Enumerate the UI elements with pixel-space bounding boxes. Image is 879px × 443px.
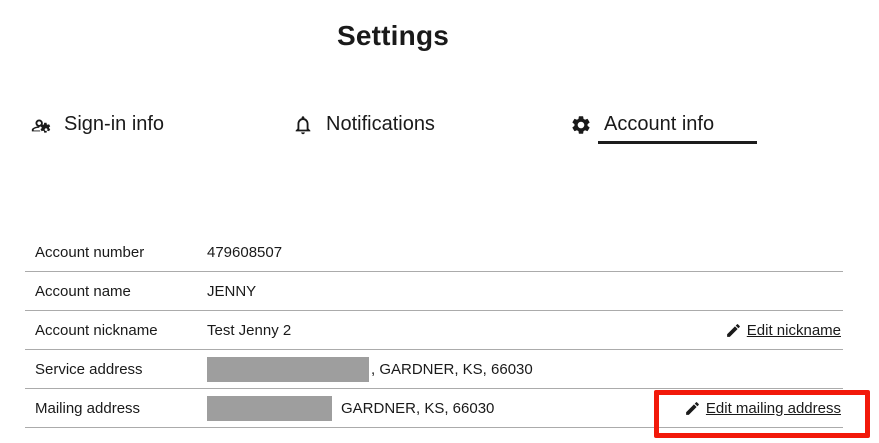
- row-value: JENNY: [207, 282, 257, 300]
- tab-account-info[interactable]: Account info: [570, 113, 714, 136]
- edit-nickname-label: Edit nickname: [746, 321, 841, 339]
- pencil-icon: [684, 400, 701, 417]
- table-row-account-nickname: Account nickname Test Jenny 2 Edit nickn…: [25, 311, 843, 350]
- tab-label: Notifications: [326, 113, 435, 135]
- tab-label: Sign-in info: [64, 113, 165, 135]
- manage-accounts-icon: [30, 114, 52, 136]
- mailing-address-suffix: GARDNER, KS, 66030: [341, 399, 495, 417]
- redacted-service-address-box: [207, 356, 369, 382]
- page-title: Settings: [336, 20, 450, 51]
- row-label: Mailing address: [35, 399, 141, 417]
- pencil-icon: [725, 322, 742, 339]
- bell-icon: [292, 114, 314, 136]
- row-label: Service address: [35, 360, 143, 378]
- account-details-table: Account number 479608507 Account name JE…: [25, 233, 843, 428]
- table-row-account-name: Account name JENNY: [25, 272, 843, 311]
- service-address-suffix: , GARDNER, KS, 66030: [371, 360, 533, 378]
- gear-icon: [570, 114, 592, 136]
- row-value: 479608507: [207, 243, 283, 261]
- row-value: GARDNER, KS, 66030: [207, 395, 495, 421]
- table-row-service-address: Service address , GARDNER, KS, 66030: [25, 350, 843, 389]
- tab-notifications[interactable]: Notifications: [292, 113, 435, 136]
- edit-nickname-link[interactable]: Edit nickname: [725, 322, 841, 339]
- redacted-mailing-address-box: [207, 395, 332, 421]
- tab-sign-in-info[interactable]: Sign-in info: [30, 113, 164, 136]
- edit-mailing-address-link[interactable]: Edit mailing address: [684, 400, 841, 417]
- row-label: Account name: [35, 282, 131, 300]
- row-label: Account number: [35, 243, 145, 261]
- table-row-mailing-address: Mailing address GARDNER, KS, 66030 Edit …: [25, 389, 843, 428]
- edit-mailing-address-label: Edit mailing address: [705, 399, 841, 417]
- row-label: Account nickname: [35, 321, 158, 339]
- row-value: , GARDNER, KS, 66030: [207, 356, 533, 382]
- tab-label: Account info: [604, 113, 715, 135]
- active-tab-underline: [598, 141, 757, 144]
- row-value: Test Jenny 2: [207, 321, 292, 339]
- table-row-account-number: Account number 479608507: [25, 233, 843, 272]
